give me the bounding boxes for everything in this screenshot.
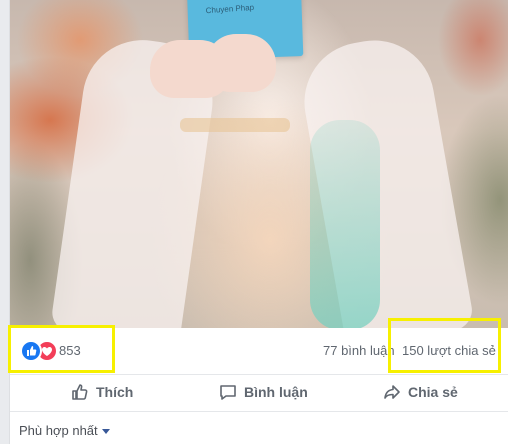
page-left-edge <box>0 0 10 444</box>
caret-down-icon <box>101 429 110 434</box>
reaction-count[interactable]: 853 <box>59 343 81 358</box>
comment-button-label: Bình luận <box>244 384 308 400</box>
photo-belt <box>180 118 290 132</box>
post-stats-bar: 853 77 bình luận 150 lượt chia sẻ <box>10 328 508 375</box>
photo-hand-right <box>206 34 276 92</box>
comment-sort-dropdown[interactable]: Phù hợp nhất <box>19 423 110 438</box>
like-button[interactable]: Thích <box>70 375 133 409</box>
share-button[interactable]: Chia sẻ <box>382 375 458 409</box>
comment-bubble-icon <box>218 382 238 402</box>
like-button-label: Thích <box>96 384 134 400</box>
share-arrow-icon <box>382 382 402 402</box>
like-reaction-icon[interactable] <box>20 340 42 362</box>
post-photo[interactable]: Chuyen Phap <box>10 0 508 328</box>
shares-count-link[interactable]: 150 lượt chia sẻ <box>402 343 496 358</box>
thumbs-up-icon <box>70 382 90 402</box>
post-action-bar: Thích Bình luận Chia sẻ <box>10 375 508 412</box>
comments-count-link[interactable]: 77 bình luận <box>323 343 395 358</box>
book-title: Chuyen Phap <box>205 2 255 16</box>
share-button-label: Chia sẻ <box>408 384 458 400</box>
comment-sort-label: Phù hợp nhất <box>19 423 98 438</box>
photo-teal-sash <box>310 120 380 328</box>
comment-button[interactable]: Bình luận <box>218 375 308 409</box>
